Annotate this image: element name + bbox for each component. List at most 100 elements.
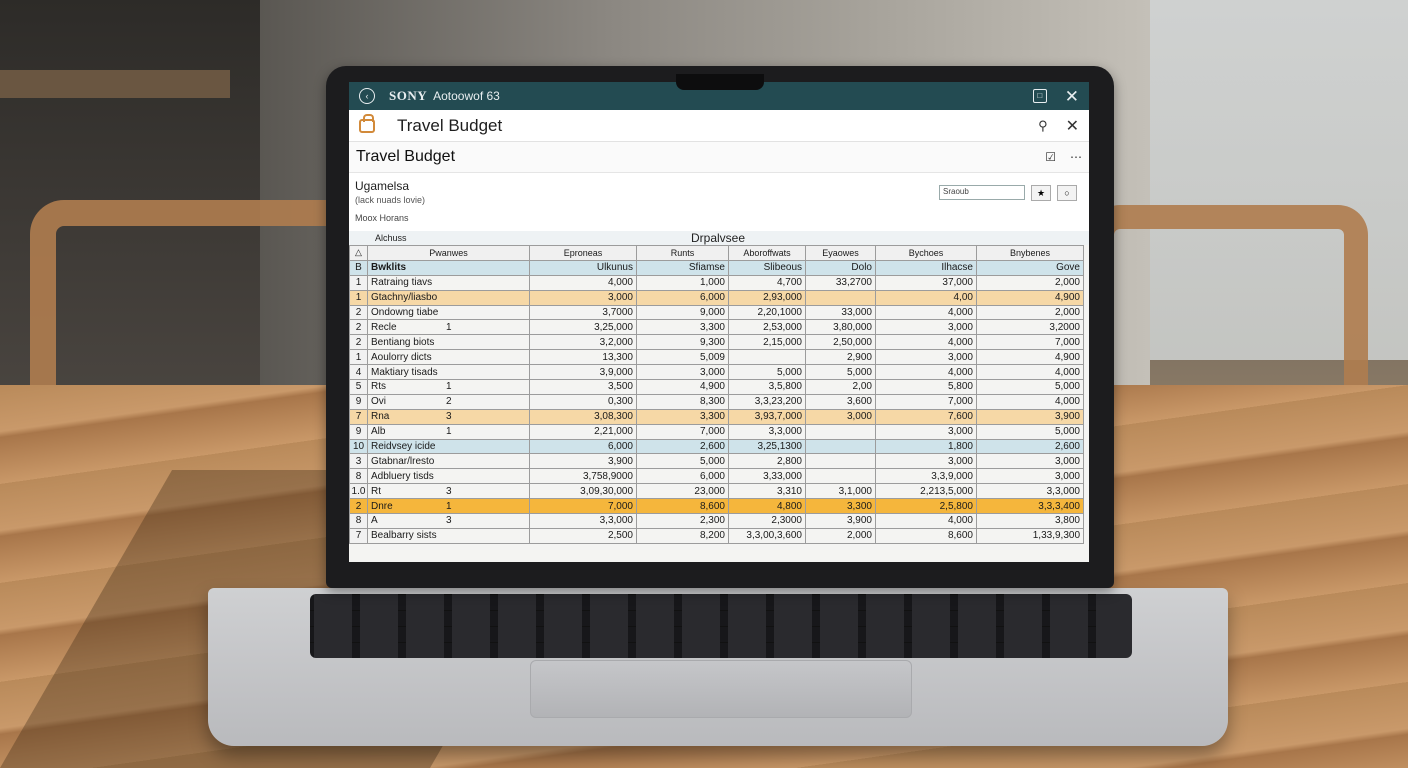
table-cell[interactable]: 2,500 (529, 527, 637, 544)
table-cell[interactable]: 3,93,7,000 (728, 408, 806, 425)
row-number[interactable]: 2 (349, 304, 368, 321)
subheader-cell[interactable]: Sfiamse (636, 259, 729, 276)
corner-cell[interactable]: △ (349, 245, 368, 261)
table-cell[interactable]: 3,3,000 (529, 513, 637, 529)
table-cell[interactable] (805, 468, 876, 485)
row-label[interactable]: A3 (367, 513, 530, 529)
row-number[interactable]: 2 (349, 498, 368, 515)
column-header[interactable]: Bnybenes (976, 245, 1084, 261)
table-cell[interactable]: 6,000 (636, 468, 729, 485)
row-number[interactable]: 7 (349, 408, 368, 425)
table-cell[interactable]: 4,000 (976, 393, 1084, 410)
table-cell[interactable]: 4,000 (875, 334, 977, 351)
table-cell[interactable]: 4,000 (976, 364, 1084, 381)
star-icon[interactable]: ★ (1031, 185, 1051, 201)
table-cell[interactable]: 2,800 (728, 453, 806, 470)
table-cell[interactable]: 2,3000 (728, 513, 806, 529)
table-cell[interactable]: 5,800 (875, 379, 977, 395)
row-label[interactable]: Bealbarry sists (367, 527, 530, 544)
row-number[interactable]: 5 (349, 379, 368, 395)
table-cell[interactable]: 2,53,000 (728, 319, 806, 336)
table-cell[interactable]: 9,000 (636, 304, 729, 321)
table-cell[interactable] (805, 423, 876, 440)
subheader-cell[interactable]: Dolo (805, 259, 876, 276)
table-cell[interactable]: 3,08,300 (529, 408, 637, 425)
table-cell[interactable]: 3,3,9,000 (875, 468, 977, 485)
row-number[interactable]: 8 (349, 468, 368, 485)
table-cell[interactable]: 8,600 (636, 498, 729, 515)
table-cell[interactable]: 4,800 (728, 498, 806, 515)
row-number[interactable]: 8 (349, 513, 368, 529)
row-label[interactable]: Recle 1 (367, 319, 530, 336)
table-cell[interactable]: 2,15,000 (728, 334, 806, 351)
table-cell[interactable]: 2,300 (636, 513, 729, 529)
table-cell[interactable]: 9,300 (636, 334, 729, 351)
table-cell[interactable]: 3,1,000 (805, 483, 876, 500)
table-cell[interactable]: 0,300 (529, 393, 637, 410)
table-cell[interactable]: 5,009 (636, 349, 729, 366)
table-cell[interactable]: 2,20,1000 (728, 304, 806, 321)
table-cell[interactable]: 3,9,000 (529, 364, 637, 381)
subheader-cell[interactable]: Bwklits (367, 259, 530, 276)
table-cell[interactable]: 3,5,800 (728, 379, 806, 395)
table-cell[interactable]: 3,758,9000 (529, 468, 637, 485)
row-label[interactable]: Ondowng tiabe (367, 304, 530, 321)
table-cell[interactable]: 3,500 (529, 379, 637, 395)
table-cell[interactable]: 6,000 (529, 438, 637, 455)
row-label[interactable]: Ovi 2 (367, 393, 530, 410)
table-cell[interactable]: 3,3,3,400 (976, 498, 1084, 515)
table-cell[interactable]: 2,50,000 (805, 334, 876, 351)
table-cell[interactable]: 3,600 (805, 393, 876, 410)
table-cell[interactable]: 3,000 (875, 319, 977, 336)
search-input[interactable]: Sraoub (939, 185, 1025, 200)
row-number[interactable]: 9 (349, 393, 368, 410)
table-cell[interactable]: 13,300 (529, 349, 637, 366)
table-cell[interactable]: 3,800 (976, 513, 1084, 529)
table-cell[interactable]: 2,213,5,000 (875, 483, 977, 500)
window-close-icon[interactable]: ✕ (1065, 88, 1079, 105)
table-cell[interactable]: 4,000 (875, 304, 977, 321)
row-label[interactable]: Rts 1 (367, 379, 530, 395)
table-cell[interactable]: 4,700 (728, 274, 806, 291)
subheader-cell[interactable]: Gove (976, 259, 1084, 276)
table-cell[interactable]: 3,3,000 (976, 483, 1084, 500)
table-cell[interactable]: 3,80,000 (805, 319, 876, 336)
table-cell[interactable]: 3,000 (636, 364, 729, 381)
table-cell[interactable]: 5,000 (976, 423, 1084, 440)
table-cell[interactable]: 4,00 (875, 289, 977, 306)
table-cell[interactable]: 3,2000 (976, 319, 1084, 336)
subheader-cell[interactable]: Slibeous (728, 259, 806, 276)
table-cell[interactable]: 23,000 (636, 483, 729, 500)
table-cell[interactable]: 2,21,000 (529, 423, 637, 440)
table-cell[interactable]: 2,00 (805, 379, 876, 395)
table-cell[interactable]: 5,000 (805, 364, 876, 381)
row-label[interactable]: Rt 3 (367, 483, 530, 500)
table-cell[interactable]: 4,900 (976, 289, 1084, 306)
table-cell[interactable]: 3,25,1300 (728, 438, 806, 455)
row-label[interactable]: Gtachny/liasbo (367, 289, 530, 306)
row-number[interactable]: 4 (349, 364, 368, 381)
column-header[interactable]: Eproneas (529, 245, 637, 261)
row-number[interactable]: 10 (349, 438, 368, 455)
table-cell[interactable]: 7,000 (636, 423, 729, 440)
table-cell[interactable]: 2,000 (976, 304, 1084, 321)
table-cell[interactable] (805, 438, 876, 455)
table-cell[interactable]: 33,000 (805, 304, 876, 321)
row-label[interactable]: Maktiary tisads (367, 364, 530, 381)
table-cell[interactable]: 1,000 (636, 274, 729, 291)
table-cell[interactable]: 4,900 (636, 379, 729, 395)
row-label[interactable]: Ratraing tiavs (367, 274, 530, 291)
shield-check-icon[interactable]: ☑ (1045, 150, 1056, 164)
column-header[interactable]: Eyaowes (805, 245, 876, 261)
row-number[interactable]: 1 (349, 349, 368, 366)
table-cell[interactable]: 8,200 (636, 527, 729, 544)
table-cell[interactable]: 8,600 (875, 527, 977, 544)
table-cell[interactable]: 3,300 (805, 498, 876, 515)
row-number[interactable]: 1 (349, 274, 368, 291)
row-number[interactable]: 2 (349, 319, 368, 336)
window-action-icon[interactable]: □ (1032, 89, 1047, 103)
subheader-cell[interactable]: Ilhacse (875, 259, 977, 276)
table-cell[interactable]: 1,800 (875, 438, 977, 455)
table-cell[interactable]: 2,900 (805, 349, 876, 366)
table-cell[interactable]: 3,7000 (529, 304, 637, 321)
